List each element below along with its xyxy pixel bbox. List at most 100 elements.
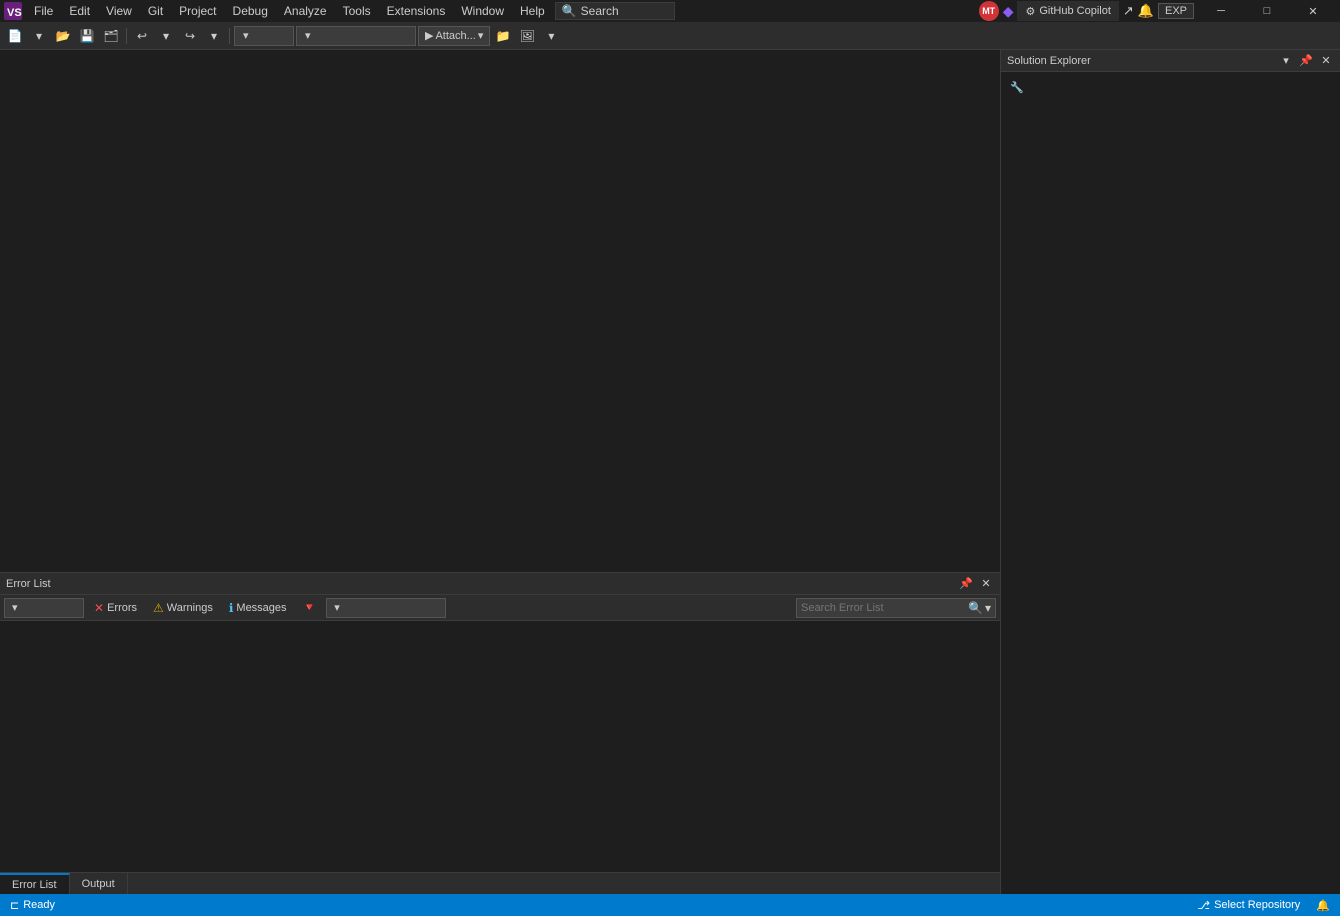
open-folder2-button[interactable]: 📁 — [492, 25, 514, 47]
code-analysis-filter-button[interactable]: 🔻 — [297, 599, 323, 616]
error-icon: ✕ — [94, 601, 104, 615]
new-project-button[interactable]: 📄 — [4, 25, 26, 47]
scope-filter-dropdown[interactable]: ▾ — [4, 598, 84, 618]
undo-arrow[interactable]: ▾ — [155, 25, 177, 47]
error-list-title: Error List — [6, 578, 51, 590]
error-list-content — [0, 621, 1000, 872]
menu-help[interactable]: Help — [512, 2, 553, 20]
redo-button[interactable]: ↪ — [179, 25, 201, 47]
platform-dropdown[interactable]: ▾ — [296, 26, 416, 46]
status-ready: ⊏ Ready — [6, 894, 59, 916]
search-options-arrow[interactable]: ▾ — [985, 601, 991, 615]
filter-icon: 🔻 — [303, 601, 317, 614]
status-right: ⎇ Select Repository 🔔 — [1193, 894, 1334, 916]
menu-view[interactable]: View — [98, 2, 140, 20]
tab-error-list[interactable]: Error List — [0, 873, 70, 894]
info-icon: ℹ — [229, 601, 234, 615]
menu-bar: File Edit View Git Project Debug Analyze… — [26, 2, 553, 20]
title-bar-left: VS File Edit View Git Project Debug Anal… — [4, 2, 675, 20]
project-filter-dropdown[interactable]: ▾ — [326, 598, 446, 618]
open-button[interactable]: ▾ — [28, 25, 50, 47]
notifications-icon[interactable]: 🔔 — [1138, 3, 1154, 19]
share-icon[interactable]: ↗ — [1123, 3, 1134, 19]
close-button[interactable]: ✕ — [1290, 0, 1336, 22]
save-button[interactable]: 💾 — [76, 25, 98, 47]
warning-icon: ⚠ — [153, 601, 164, 615]
svg-text:VS: VS — [7, 7, 22, 19]
se-close-button[interactable]: ✕ — [1318, 53, 1334, 69]
notification-bell[interactable]: 🔔 — [1312, 894, 1334, 916]
bottom-panel: Error List 📌 ✕ ▾ ✕ Errors — [0, 572, 1000, 872]
editor-main[interactable] — [0, 50, 1000, 572]
error-list-title-bar: Error List 📌 ✕ — [0, 573, 1000, 595]
toolbar-sep-2 — [229, 28, 230, 44]
menu-extensions[interactable]: Extensions — [379, 2, 454, 20]
tab-output[interactable]: Output — [70, 873, 128, 894]
search-icon: 🔍 — [562, 4, 577, 18]
error-list-toolbar: ▾ ✕ Errors ⚠ Warnings ℹ Messages — [0, 595, 1000, 621]
warnings-label: Warnings — [167, 602, 213, 614]
main-content: Error List 📌 ✕ ▾ ✕ Errors — [0, 50, 1340, 894]
user-avatar[interactable]: MT — [979, 1, 999, 21]
github-copilot-button[interactable]: ⚙ GitHub Copilot — [1017, 1, 1118, 21]
menu-git[interactable]: Git — [140, 2, 171, 20]
messages-filter-button[interactable]: ℹ Messages — [223, 599, 293, 617]
status-icon: ⊏ — [10, 899, 19, 912]
save-all-button[interactable]: 🗂 — [100, 25, 122, 47]
search-label: Search — [581, 4, 619, 18]
menu-debug[interactable]: Debug — [225, 2, 276, 20]
title-bar: VS File Edit View Git Project Debug Anal… — [0, 0, 1340, 22]
github-copilot-label: GitHub Copilot — [1039, 5, 1111, 17]
undo-button[interactable]: ↩ — [131, 25, 153, 47]
menu-window[interactable]: Window — [453, 2, 512, 20]
ready-label: Ready — [23, 899, 55, 911]
attach-label: Attach... — [435, 30, 475, 42]
status-bar: ⊏ Ready ⎇ Select Repository 🔔 — [0, 894, 1340, 916]
select-repository-button[interactable]: ⎇ Select Repository — [1193, 894, 1304, 916]
bell-icon: 🔔 — [1316, 899, 1330, 912]
toolbar: 📄 ▾ 📂 💾 🗂 ↩ ▾ ↪ ▾ ▾ ▾ ▶ Attach... ▾ 📁 🖼 … — [0, 22, 1340, 50]
diamond-icon: ◆ — [1003, 3, 1014, 20]
config-dropdown[interactable]: ▾ — [234, 26, 294, 46]
search-bar[interactable]: 🔍 Search — [555, 2, 675, 20]
errors-label: Errors — [107, 602, 137, 614]
editor-area: Error List 📌 ✕ ▾ ✕ Errors — [0, 50, 1000, 894]
screenshot-arrow[interactable]: ▾ — [540, 25, 562, 47]
open-folder-button[interactable]: 📂 — [52, 25, 74, 47]
status-left: ⊏ Ready — [6, 894, 59, 916]
scope-arrow: ▾ — [12, 601, 18, 614]
errors-filter-button[interactable]: ✕ Errors — [88, 599, 143, 617]
se-dropdown-button[interactable]: ▾ — [1278, 53, 1294, 69]
vs-logo-icon: VS — [4, 2, 22, 20]
solution-explorer-title: Solution Explorer — [1007, 55, 1091, 67]
maximize-button[interactable]: □ — [1244, 0, 1290, 22]
warnings-filter-button[interactable]: ⚠ Warnings — [147, 599, 219, 617]
menu-analyze[interactable]: Analyze — [276, 2, 335, 20]
search-error-input[interactable] — [801, 602, 966, 614]
redo-arrow[interactable]: ▾ — [203, 25, 225, 47]
config-arrow: ▾ — [243, 29, 249, 42]
panel-controls: 📌 ✕ — [958, 576, 994, 592]
screenshot-button[interactable]: 🖼 — [516, 25, 538, 47]
select-repository-label: Select Repository — [1214, 899, 1300, 911]
repo-icon: ⎇ — [1197, 899, 1210, 912]
se-pin-button[interactable]: 📌 — [1298, 53, 1314, 69]
copilot-icon: ⚙ — [1025, 5, 1035, 18]
panel-close-button[interactable]: ✕ — [978, 576, 994, 592]
solution-explorer-content: 🔧 — [1001, 72, 1340, 894]
bottom-tabs: Error List Output — [0, 872, 1000, 894]
attach-arrow: ▾ — [478, 29, 484, 42]
exp-button[interactable]: EXP — [1158, 3, 1194, 19]
menu-edit[interactable]: Edit — [61, 2, 98, 20]
play-icon: ▶ — [425, 29, 433, 42]
menu-project[interactable]: Project — [171, 2, 224, 20]
menu-file[interactable]: File — [26, 2, 61, 20]
search-error-list[interactable]: 🔍 ▾ — [796, 598, 996, 618]
menu-tools[interactable]: Tools — [335, 2, 379, 20]
title-bar-right: MT ◆ ⚙ GitHub Copilot ↗ 🔔 EXP ─ □ ✕ — [979, 0, 1336, 22]
panel-pin-button[interactable]: 📌 — [958, 576, 974, 592]
window-controls: ─ □ ✕ — [1198, 0, 1336, 22]
se-properties-button[interactable]: 🔧 — [1007, 77, 1027, 97]
minimize-button[interactable]: ─ — [1198, 0, 1244, 22]
attach-button[interactable]: ▶ Attach... ▾ — [418, 26, 490, 46]
